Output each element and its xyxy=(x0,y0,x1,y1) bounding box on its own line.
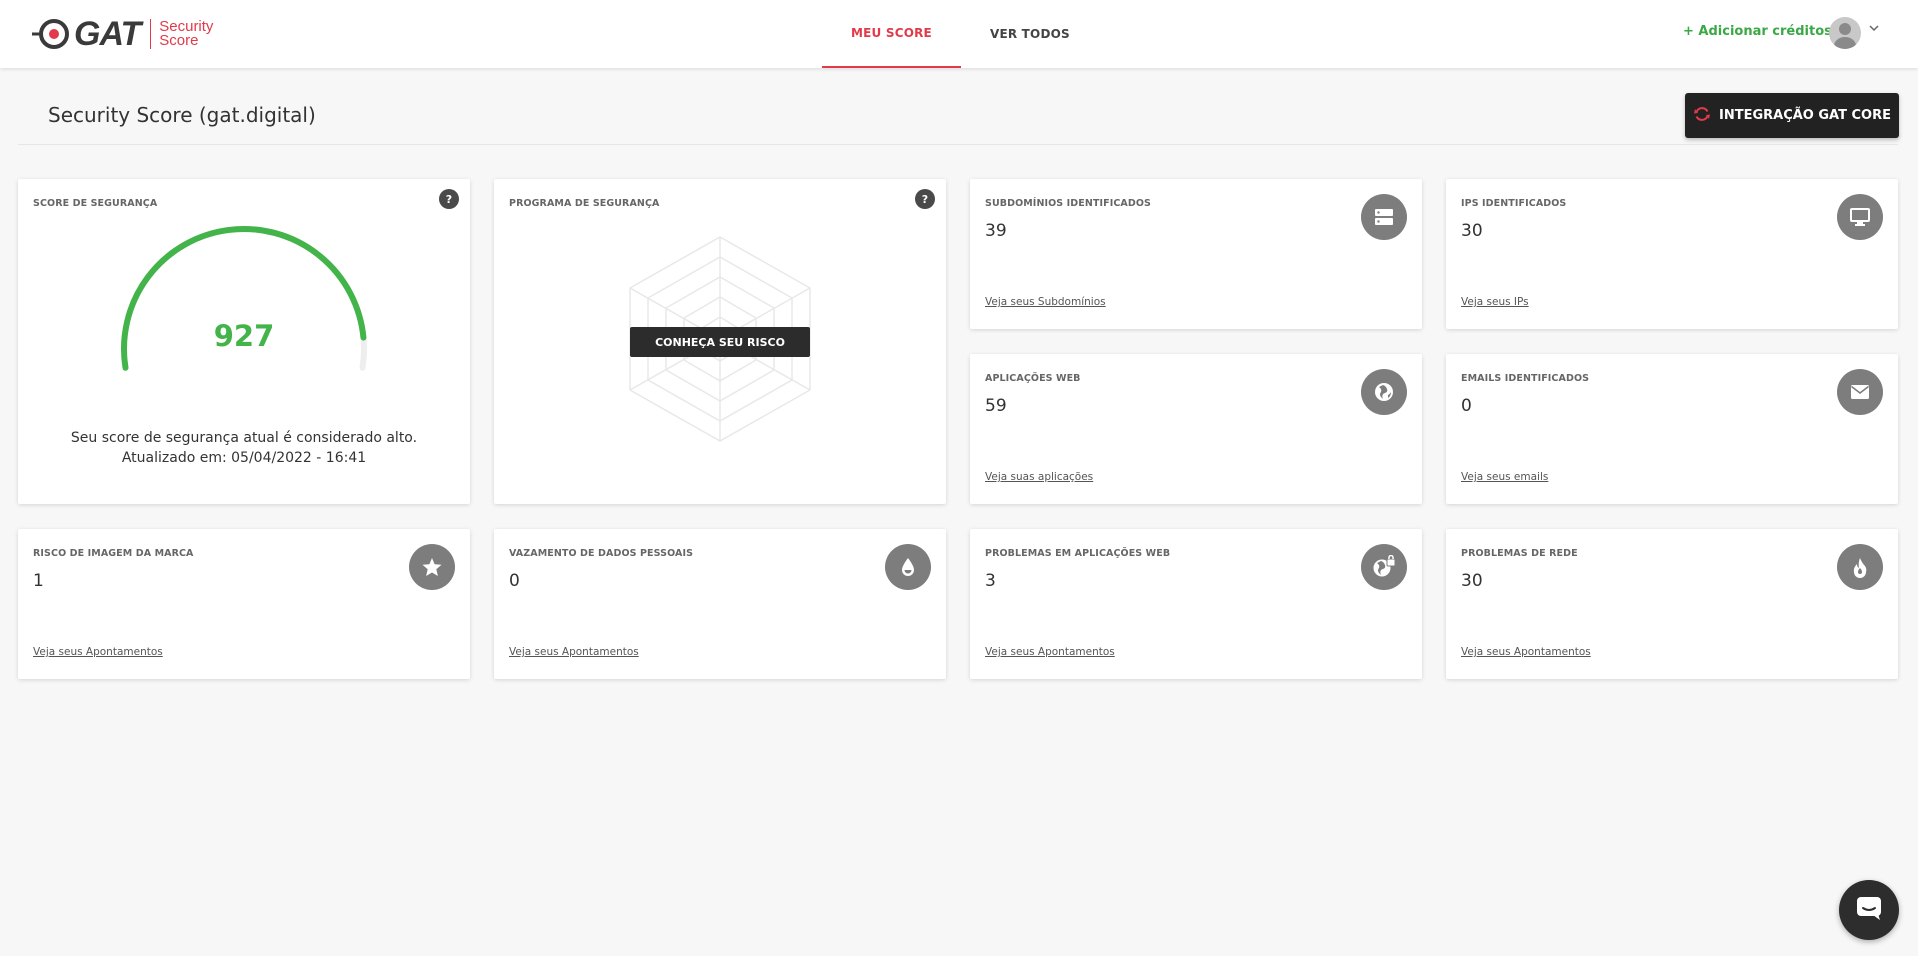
mail-icon xyxy=(1837,369,1883,415)
web-apps-card: APLICAÇÕES WEB 59 Veja suas aplicações xyxy=(970,354,1422,504)
card-label: APLICAÇÕES WEB xyxy=(985,373,1081,384)
data-leak-link[interactable]: Veja seus Apontamentos xyxy=(509,646,639,658)
user-avatar[interactable] xyxy=(1829,17,1861,49)
program-card-label: PROGRAMA DE SEGURANÇA xyxy=(509,198,660,209)
card-label: RISCO DE IMAGEM DA MARCA xyxy=(33,548,194,559)
network-issues-card: PROBLEMAS DE REDE 30 Veja seus Apontamen… xyxy=(1446,529,1898,679)
card-value: 1 xyxy=(33,571,44,591)
globe-icon xyxy=(1361,369,1407,415)
score-value: 927 xyxy=(213,319,275,353)
brand-risk-link[interactable]: Veja seus Apontamentos xyxy=(33,646,163,658)
chat-button[interactable] xyxy=(1839,880,1899,940)
logo-text: GAT xyxy=(74,14,141,53)
web-app-issues-card: PROBLEMAS EM APLICAÇÕES WEB 3 Veja seus … xyxy=(970,529,1422,679)
chevron-down-icon[interactable] xyxy=(1869,22,1879,36)
star-icon xyxy=(409,544,455,590)
chat-icon xyxy=(1855,894,1883,926)
help-icon[interactable]: ? xyxy=(439,189,459,209)
logo-subtitle: Security Score xyxy=(159,19,213,49)
integration-button-label: INTEGRAÇÃO GAT CORE xyxy=(1719,108,1891,123)
add-credits-link[interactable]: + Adicionar créditos xyxy=(1683,24,1832,39)
card-label: PROBLEMAS DE REDE xyxy=(1461,548,1578,559)
target-logo-icon xyxy=(32,14,72,54)
server-icon xyxy=(1361,194,1407,240)
brand-risk-card: RISCO DE IMAGEM DA MARCA 1 Veja seus Apo… xyxy=(18,529,470,679)
monitor-icon xyxy=(1837,194,1883,240)
logo-subtitle-line-2: Score xyxy=(159,32,199,49)
ips-link[interactable]: Veja seus IPs xyxy=(1461,296,1529,308)
emails-link[interactable]: Veja seus emails xyxy=(1461,471,1548,483)
help-icon[interactable]: ? xyxy=(915,189,935,209)
subdomains-link[interactable]: Veja seus Subdomínios xyxy=(985,296,1106,308)
tab-meu-score[interactable]: MEU SCORE xyxy=(822,0,961,68)
score-card: SCORE DE SEGURANÇA ? 927 Seu score de se… xyxy=(18,179,470,504)
score-gauge xyxy=(121,226,367,371)
card-value: 3 xyxy=(985,571,996,591)
score-description: Seu score de segurança atual é considera… xyxy=(70,430,418,446)
web-apps-link[interactable]: Veja suas aplicações xyxy=(985,471,1093,483)
card-label: IPS IDENTIFICADOS xyxy=(1461,198,1567,209)
network-issues-link[interactable]: Veja seus Apontamentos xyxy=(1461,646,1591,658)
card-label: PROBLEMAS EM APLICAÇÕES WEB xyxy=(985,548,1171,559)
top-header: GAT Security Score MEU SCORE VER TODOS +… xyxy=(0,0,1918,68)
conheca-seu-risco-button[interactable]: CONHEÇA SEU RISCO xyxy=(630,327,810,357)
card-value: 30 xyxy=(1461,221,1483,241)
subdomains-card: SUBDOMÍNIOS IDENTIFICADOS 39 Veja seus S… xyxy=(970,179,1422,329)
drop-icon xyxy=(885,544,931,590)
web-app-issues-link[interactable]: Veja seus Apontamentos xyxy=(985,646,1115,658)
card-value: 39 xyxy=(985,221,1007,241)
fire-icon xyxy=(1837,544,1883,590)
title-divider xyxy=(18,144,1898,145)
card-value: 0 xyxy=(509,571,520,591)
data-leak-card: VAZAMENTO DE DADOS PESSOAIS 0 Veja seus … xyxy=(494,529,946,679)
score-updated: Atualizado em: 05/04/2022 - 16:41 xyxy=(121,450,367,466)
ips-card: IPS IDENTIFICADOS 30 Veja seus IPs xyxy=(1446,179,1898,329)
card-label: VAZAMENTO DE DADOS PESSOAIS xyxy=(509,548,694,559)
integration-gat-core-button[interactable]: INTEGRAÇÃO GAT CORE xyxy=(1685,93,1899,138)
main-nav: MEU SCORE VER TODOS xyxy=(822,0,1099,68)
emails-card: EMAILS IDENTIFICADOS 0 Veja seus emails xyxy=(1446,354,1898,504)
globe-lock-icon xyxy=(1361,544,1407,590)
card-value: 59 xyxy=(985,396,1007,416)
page-title: Security Score (gat.digital) xyxy=(48,103,316,127)
score-card-label: SCORE DE SEGURANÇA xyxy=(33,198,158,209)
program-card: PROGRAMA DE SEGURANÇA ? CONHEÇA SEU RISC… xyxy=(494,179,946,504)
tab-ver-todos[interactable]: VER TODOS xyxy=(961,0,1099,68)
card-value: 30 xyxy=(1461,571,1483,591)
card-value: 0 xyxy=(1461,396,1472,416)
gat-logo[interactable]: GAT Security Score xyxy=(32,14,213,54)
logo-separator xyxy=(150,19,152,49)
card-label: SUBDOMÍNIOS IDENTIFICADOS xyxy=(985,198,1151,209)
card-label: EMAILS IDENTIFICADOS xyxy=(1461,373,1590,384)
refresh-icon xyxy=(1693,105,1711,127)
